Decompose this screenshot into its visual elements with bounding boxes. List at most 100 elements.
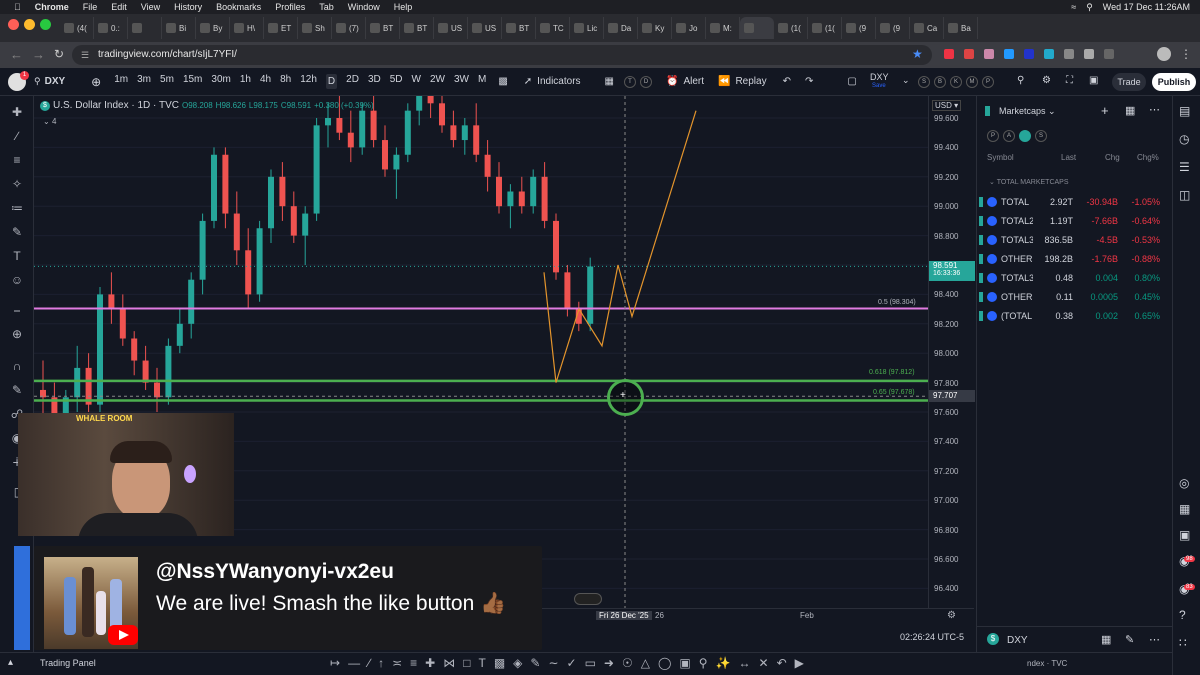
help-icon[interactable]: ? <box>1179 608 1186 622</box>
cross-line-icon[interactable]: ✚ <box>425 656 435 670</box>
grid-icon[interactable]: ▦ <box>1179 502 1190 516</box>
arrow-tool-icon[interactable]: ↦ <box>330 656 340 670</box>
minimize-window-icon[interactable] <box>24 19 35 30</box>
delete-tool-icon[interactable]: ✕ <box>759 656 769 670</box>
browser-tab[interactable]: TC <box>536 17 570 39</box>
browser-tab[interactable]: ET <box>264 17 298 39</box>
watchlist-layout-icon[interactable]: ▦ <box>1125 104 1135 117</box>
profile-avatar[interactable] <box>1157 47 1171 61</box>
bookmark-star-icon[interactable]: ★ <box>912 47 923 61</box>
section-header[interactable]: ⌄ TOTAL MARKETCAPS <box>989 178 1069 186</box>
redo-icon[interactable]: ↷ <box>805 76 813 87</box>
menu-history[interactable]: History <box>174 2 202 12</box>
chart-type-icon[interactable]: ▩ <box>498 76 507 87</box>
compare-add-icon[interactable]: ⊕ <box>91 75 101 89</box>
extension-icon[interactable] <box>1044 49 1054 59</box>
alert-icon[interactable]: ⏰ <box>666 76 678 87</box>
browser-tab[interactable]: BT <box>502 17 536 39</box>
browser-tab[interactable]: BT <box>366 17 400 39</box>
ruler-icon[interactable]: ⎯ <box>9 302 25 318</box>
currency-selector[interactable]: USD ▾ <box>932 100 962 111</box>
close-window-icon[interactable] <box>8 19 19 30</box>
site-info-icon[interactable]: ☰ <box>81 45 89 65</box>
search-icon[interactable]: ⚲ <box>34 76 41 87</box>
pill-k[interactable]: K <box>950 76 962 88</box>
browser-tab[interactable]: Da <box>604 17 638 39</box>
highlighter-icon[interactable]: ▭ <box>585 656 596 670</box>
timeframe-4h[interactable]: 4h <box>260 74 271 89</box>
crosshair-icon[interactable]: ✚ <box>9 104 25 120</box>
trade-button[interactable]: Trade <box>1112 73 1146 91</box>
axis-settings-icon[interactable]: ⚙ <box>947 610 956 621</box>
watchlist-row[interactable]: (TOTAL 0.38 0.002 0.65% <box>977 307 1173 325</box>
browser-tab[interactable]: (9 <box>842 17 876 39</box>
browser-tab[interactable]: (9 <box>876 17 910 39</box>
extension-icon[interactable] <box>1084 49 1094 59</box>
extensions-puzzle-icon[interactable] <box>1104 49 1114 59</box>
timeframe-w[interactable]: W <box>412 74 421 89</box>
circle-icon[interactable]: ☉ <box>622 656 633 670</box>
menu-bookmarks[interactable]: Bookmarks <box>216 2 261 12</box>
publish-button[interactable]: Publish <box>1152 73 1196 91</box>
timeframe-30m[interactable]: 30m <box>211 74 230 89</box>
legend-title[interactable]: U.S. Dollar Index · 1D · TVC <box>53 100 179 111</box>
timeframe-15m[interactable]: 15m <box>183 74 202 89</box>
fib-retracement-icon[interactable]: ≡ <box>9 152 25 168</box>
wifi-icon[interactable]: ≈ <box>1071 2 1076 12</box>
menu-window[interactable]: Window <box>348 2 380 12</box>
browser-tab[interactable]: Jo <box>672 17 706 39</box>
watchlist-more-icon[interactable]: ⋯ <box>1149 103 1160 116</box>
price-axis[interactable]: USD ▾ 99.60099.40099.20099.00098.80098.6… <box>928 96 975 608</box>
extension-icon[interactable] <box>944 49 954 59</box>
utc-clock[interactable]: 02:26:24 UTC-5 <box>900 632 964 642</box>
menu-tab[interactable]: Tab <box>319 2 334 12</box>
browser-tab[interactable]: M: <box>706 17 740 39</box>
chat-icon[interactable]: ◫ <box>1179 188 1190 202</box>
browser-tab[interactable]: US <box>434 17 468 39</box>
indicators-icon[interactable]: ➚ <box>524 76 532 87</box>
rectangle-icon[interactable]: □ <box>463 656 470 670</box>
details-layout-icon[interactable]: ▦ <box>1101 633 1111 646</box>
templates-icon[interactable]: ▦ <box>605 76 614 87</box>
menu-edit[interactable]: Edit <box>111 2 127 12</box>
layers-icon[interactable]: ☰ <box>1179 160 1190 174</box>
undo-tool-icon[interactable]: ↶ <box>777 656 787 670</box>
pill-s[interactable]: S <box>918 76 930 88</box>
timeframe-2w[interactable]: 2W <box>430 74 445 89</box>
watchlist-row[interactable]: OTHERS 198.2B -1.76B -0.88% <box>977 250 1173 268</box>
text-tool-icon[interactable]: T <box>478 656 485 670</box>
browser-tab[interactable]: US <box>468 17 502 39</box>
emoji-icon[interactable]: ☺ <box>9 272 25 288</box>
forward-icon[interactable]: → <box>32 47 45 62</box>
timeframe-1h[interactable]: 1h <box>240 74 251 89</box>
pattern-icon[interactable]: ✧ <box>9 176 25 192</box>
collapse-panel-icon[interactable]: ▴ <box>8 657 13 668</box>
indicator-t-pill[interactable]: T <box>623 75 636 88</box>
back-icon[interactable]: ← <box>10 47 23 62</box>
event-flags-icon[interactable] <box>574 593 602 605</box>
browser-tab[interactable]: (1( <box>808 17 842 39</box>
menu-kebab-icon[interactable]: ⋮ <box>1180 47 1192 61</box>
browser-tab[interactable]: Ba <box>944 17 978 39</box>
brush-icon[interactable]: ✎ <box>9 224 25 240</box>
maximize-window-icon[interactable] <box>40 19 51 30</box>
extension-icon[interactable] <box>1024 49 1034 59</box>
timeframe-8h[interactable]: 8h <box>280 74 291 89</box>
details-more-icon[interactable]: ⋯ <box>1149 633 1160 646</box>
browser-tab[interactable] <box>128 17 162 39</box>
browser-tab[interactable]: Bi <box>162 17 196 39</box>
clock-text[interactable]: Wed 17 Dec 11:26AM <box>1103 2 1190 12</box>
pill-a[interactable]: A <box>1003 130 1015 142</box>
browser-tab[interactable] <box>740 17 774 39</box>
layout-name[interactable]: DXY <box>870 72 889 82</box>
timeframe-2d[interactable]: 2D <box>346 74 359 89</box>
arrow-marker-icon[interactable]: ➜ <box>604 656 614 670</box>
magnet-icon[interactable]: ∩ <box>9 358 25 374</box>
timeframe-5d[interactable]: 5D <box>390 74 403 89</box>
extension-icon[interactable] <box>984 49 994 59</box>
symbol-search[interactable]: DXY <box>45 76 66 87</box>
watchlist-row[interactable]: TOTAL2 1.19T -7.66B -0.64% <box>977 212 1173 230</box>
watchlist-row[interactable]: TOTAL3 836.5B -4.5B -0.53% <box>977 231 1173 249</box>
timeframe-d[interactable]: D <box>325 74 338 89</box>
timeframe-1m[interactable]: 1m <box>114 74 128 89</box>
